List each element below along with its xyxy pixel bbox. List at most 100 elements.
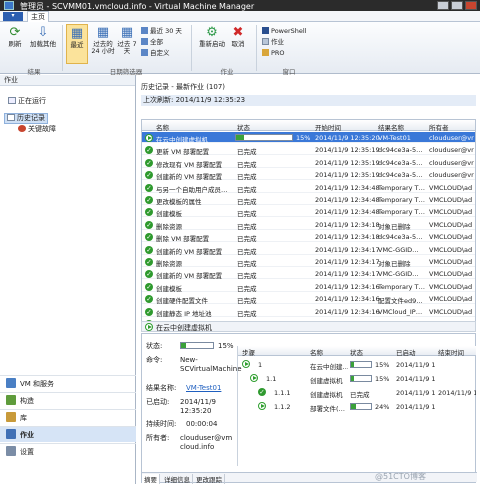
- row-start-time: 2014/11/9 12:35:19: [315, 158, 380, 167]
- row-start-time: 2014/11/9 12:34:17: [315, 245, 380, 254]
- table-row[interactable]: ✓ 创建模板 已完成 2014/11/9 12:34:16 Temporary T… VM…: [142, 281, 475, 293]
- row-start-time: 2014/11/9 12:34:17: [315, 258, 380, 266]
- step-row[interactable]: 1 在云中创建… 15% 2014/11/9 1…: [238, 358, 476, 371]
- maximize-button[interactable]: [451, 1, 463, 10]
- row-status: 已完成: [237, 210, 257, 219]
- table-row[interactable]: ✓ 创建新的 VM 部署配置 已完成 2014/11/9 12:34:17 VMC-GG…: [142, 244, 475, 256]
- tab-change-tracking[interactable]: 更改跟踪: [194, 474, 225, 484]
- jobs-grid: 名称 状态 开始时间 结果名称 所有者 在云中创建虚拟机 15% 2014/11/9…: [141, 119, 476, 331]
- column-name[interactable]: 名称: [156, 122, 169, 132]
- all-button[interactable]: 全部: [141, 38, 163, 46]
- file-menu-button[interactable]: ▾: [3, 12, 23, 21]
- step-progress-bar: [350, 375, 372, 382]
- table-row[interactable]: 在云中创建虚拟机 15% 2014/11/9 12:35:20 VM-Test01 cl…: [142, 132, 475, 144]
- step-progress-fill: [351, 376, 354, 381]
- row-status: 已完成: [237, 222, 257, 231]
- add-other-button[interactable]: ⇩ 加载其他: [28, 26, 58, 48]
- step-started: 2014/11/9 1…: [396, 361, 436, 369]
- detail-owner-label: 所有者:: [146, 434, 170, 442]
- detail-result-link[interactable]: VM-Test01: [186, 384, 221, 393]
- column-step-started[interactable]: 已启动: [396, 347, 416, 357]
- row-owner: clouduser@vr: [429, 134, 474, 142]
- table-row[interactable]: ✓ 删除资源 已完成 2014/11/9 12:34:18 对象已删除 VMCLOUD\a…: [142, 219, 475, 231]
- table-row[interactable]: ✓ 删除 VM 部署配置 已完成 2014/11/9 12:34:18 dc94ce3a…: [142, 231, 475, 243]
- column-start-time[interactable]: 开始时间: [315, 122, 341, 132]
- row-name: 更新 VM 部署配置: [156, 148, 210, 157]
- table-row[interactable]: ✓ 删除资源 已完成 2014/11/9 12:34:17 对象已删除 VMCLOUD\a…: [142, 256, 475, 268]
- step-name: 在云中创建…: [310, 363, 348, 371]
- detail-command-label: 命令:: [146, 356, 163, 364]
- cancel-button[interactable]: ✖ 取消: [228, 26, 248, 48]
- step-row[interactable]: ✓ 1.1.1 创建虚拟机已完成 2014/11/9 1…2014/11/9 1…: [238, 386, 476, 399]
- row-result-name: Temporary T…: [378, 183, 426, 192]
- close-button[interactable]: [465, 1, 477, 10]
- minimize-button[interactable]: [437, 1, 449, 10]
- step-ended: 2014/11/9 1…: [438, 389, 476, 397]
- completed-check-icon: ✓: [145, 307, 153, 316]
- step-progress-fill: [351, 404, 356, 409]
- recent-button[interactable]: ▦ 最近: [66, 24, 88, 64]
- column-step-status[interactable]: 状态: [350, 347, 363, 357]
- column-step-name[interactable]: 名称: [310, 347, 323, 357]
- completed-check-icon: ✓: [145, 282, 153, 291]
- row-start-time: 2014/11/9 12:35:20: [315, 134, 380, 142]
- step-row[interactable]: 1.1 创建虚拟机 15% 2014/11/9 1…: [238, 372, 476, 385]
- nav-critical-errors[interactable]: 关键故障: [16, 125, 58, 134]
- table-row[interactable]: ✓ 创建模板 已完成 2014/11/9 12:34:48 Temporary T… VM…: [142, 206, 475, 219]
- row-status: 已完成: [237, 272, 257, 281]
- watermark: @51CTO博客: [375, 472, 426, 481]
- past-7-days-button[interactable]: ▦ 过去 7 天: [117, 26, 137, 55]
- pro-button[interactable]: PRO: [262, 49, 285, 57]
- column-owner[interactable]: 所有者: [429, 122, 449, 132]
- row-owner: clouduser@vr: [429, 171, 474, 180]
- table-row[interactable]: ✓ 更新 VM 部署配置 已完成 2014/11/9 12:35:19 dc94ce3a…: [142, 144, 475, 157]
- workspace-vms-and-services[interactable]: VM 和服务: [0, 375, 136, 391]
- row-name: 在云中创建虚拟机: [156, 136, 208, 144]
- settings-icon: [6, 446, 16, 456]
- table-row[interactable]: ✓ 创建硬件配置文件 已完成 2014/11/9 12:34:16 配置文件ed9… VM…: [142, 293, 475, 305]
- powershell-button[interactable]: PowerShell: [262, 27, 307, 35]
- table-row[interactable]: ✓ 修改现有 VM 部署配置 已完成 2014/11/9 12:35:19 dc94ce…: [142, 157, 475, 169]
- step-progress-bar: [350, 361, 372, 368]
- restart-button[interactable]: ⚙ 重新启动: [198, 26, 226, 48]
- row-result-name: 对象已删除: [378, 260, 411, 268]
- last-refresh-text: 上次刷新: 2014/11/9 12:35:23: [141, 95, 476, 106]
- workspace-jobs[interactable]: 作业: [0, 426, 136, 442]
- table-row[interactable]: ✓ 与另一个自助用户成员… 已完成 2014/11/9 12:34:48 Tempora…: [142, 182, 475, 194]
- table-row[interactable]: ✓ 创建新的 VM 部署配置 已完成 2014/11/9 12:35:19 dc94ce…: [142, 169, 475, 181]
- step-progress-bar: [350, 403, 372, 410]
- table-row[interactable]: ✓ 创建静态 IP 地址池 已完成 2014/11/9 12:34:16 VMCloud…: [142, 306, 475, 318]
- past-24-hours-button[interactable]: ▦ 过去的 24 小时: [91, 26, 115, 55]
- jobs-window-button[interactable]: 作业: [262, 38, 284, 46]
- row-result-name: VMC-GGID…: [378, 245, 419, 254]
- powershell-icon: [262, 27, 269, 34]
- workspace-fabric[interactable]: 构造: [0, 392, 136, 408]
- refresh-button[interactable]: ⟳ 刷新: [4, 26, 26, 48]
- column-step-ended[interactable]: 结束时间: [438, 347, 464, 357]
- jobs-icon: [262, 38, 269, 45]
- step-row[interactable]: 1.1.2 部署文件(… 24% 2014/11/9 1…: [238, 400, 476, 413]
- row-start-time: 2014/11/9 12:34:18: [315, 233, 380, 242]
- custom-button[interactable]: 自定义: [141, 49, 170, 57]
- table-row[interactable]: ✓ 创建新的 VM 部署配置 已完成 2014/11/9 12:34:17 VMC-GG…: [142, 268, 475, 281]
- nav-history[interactable]: 历史记录: [4, 113, 48, 124]
- gear-restart-icon: ⚙: [206, 25, 218, 40]
- last-30-days-button[interactable]: 最近 30 天: [141, 27, 182, 35]
- workspace-library[interactable]: 库: [0, 409, 136, 425]
- row-name: 创建静态 IP 地址池: [156, 309, 212, 318]
- column-status[interactable]: 状态: [237, 122, 250, 132]
- column-result-name[interactable]: 结果名称: [378, 122, 404, 132]
- tab-home[interactable]: 主页: [27, 11, 49, 22]
- running-step-icon: [250, 374, 258, 382]
- calendar-small-icon: [141, 49, 148, 56]
- workspace-settings[interactable]: 设置: [0, 443, 136, 459]
- completed-check-icon: ✓: [145, 183, 153, 192]
- row-start-time: 2014/11/9 12:34:17: [315, 270, 380, 279]
- nav-running[interactable]: 正在运行: [6, 97, 48, 106]
- row-status: 已完成: [237, 160, 257, 169]
- column-step[interactable]: 步骤: [242, 347, 255, 357]
- calendar-icon: ▦: [70, 26, 84, 41]
- table-row[interactable]: ✓ 更改模板的属性 已完成 2014/11/9 12:34:48 Temporary T…: [142, 194, 475, 206]
- tab-details[interactable]: 详细信息: [162, 474, 193, 484]
- tab-summary[interactable]: 摘要: [142, 474, 160, 484]
